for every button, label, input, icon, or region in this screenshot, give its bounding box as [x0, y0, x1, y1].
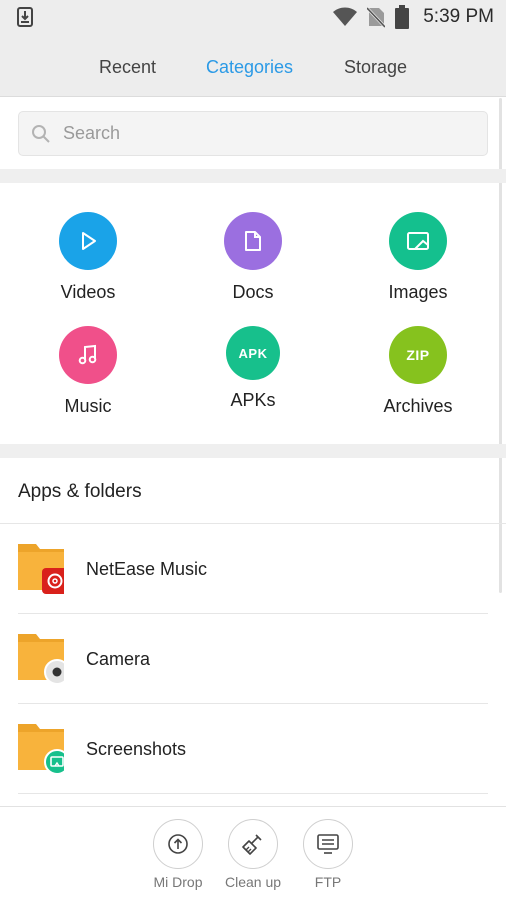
- images-circle: [389, 212, 447, 270]
- folder-row-netease-music[interactable]: NetEase Music: [0, 524, 506, 614]
- tab-bar: Recent Categories Storage: [0, 34, 506, 97]
- battery-icon: [395, 5, 410, 29]
- upload-circle-icon: [168, 834, 188, 854]
- broom-icon: [242, 834, 262, 855]
- category-label: APKs: [230, 390, 276, 410]
- category-videos[interactable]: Videos: [23, 212, 153, 303]
- mi-drop-circle: [153, 819, 203, 869]
- document-icon: [245, 231, 261, 251]
- category-music[interactable]: Music: [23, 326, 153, 417]
- folder-name: Camera: [86, 649, 151, 669]
- music-circle: [59, 326, 117, 384]
- videos-circle: [59, 212, 117, 270]
- ftp-computer-icon: [317, 834, 339, 854]
- tab-categories[interactable]: Categories: [206, 34, 293, 99]
- bottom-toolbar: Mi Drop Clean up FTP: [0, 806, 506, 900]
- section-divider: [0, 444, 506, 458]
- folder-icon: [18, 724, 64, 775]
- ftp-button[interactable]: FTP: [290, 819, 366, 890]
- search-bar[interactable]: [18, 111, 488, 156]
- apk-icon: APK: [226, 326, 280, 380]
- search-icon: [32, 125, 50, 143]
- play-icon: [82, 232, 96, 250]
- section-divider: [0, 169, 506, 183]
- folder-row-screenshots[interactable]: Screenshots: [0, 704, 506, 794]
- search-input[interactable]: [63, 112, 473, 155]
- clean-up-button[interactable]: Clean up: [215, 819, 291, 890]
- folder-row-camera[interactable]: Camera: [0, 614, 506, 704]
- tool-label: Mi Drop: [153, 874, 203, 890]
- divider: [18, 793, 488, 794]
- category-apks[interactable]: APK APKs: [188, 326, 318, 411]
- clock: 5:39 PM: [423, 6, 494, 27]
- tool-label: Clean up: [224, 874, 282, 890]
- category-label: Videos: [60, 282, 116, 302]
- zip-badge-text: ZIP: [406, 347, 430, 363]
- image-icon: [407, 232, 429, 250]
- tab-recent[interactable]: Recent: [99, 34, 156, 99]
- folder-icon: [18, 544, 64, 594]
- ftp-circle: [303, 819, 353, 869]
- category-label: Docs: [232, 282, 274, 302]
- clean-up-circle: [228, 819, 278, 869]
- category-label: Archives: [383, 396, 453, 416]
- folder-name: Screenshots: [86, 739, 187, 759]
- mi-drop-button[interactable]: Mi Drop: [140, 819, 216, 890]
- category-archives[interactable]: ZIP Archives: [353, 326, 483, 417]
- download-icon: [17, 7, 33, 27]
- category-docs[interactable]: Docs: [188, 212, 318, 303]
- no-sim-icon: [367, 6, 386, 28]
- category-label: Images: [388, 282, 448, 302]
- apps-folders-heading: Apps & folders: [18, 481, 142, 502]
- docs-circle: [224, 212, 282, 270]
- tool-label: FTP: [314, 874, 342, 890]
- status-icons: 5:39 PM: [333, 5, 494, 29]
- category-label: Music: [64, 396, 112, 416]
- category-images[interactable]: Images: [353, 212, 483, 303]
- status-bar: 5:39 PM: [0, 0, 506, 34]
- tab-storage[interactable]: Storage: [344, 34, 407, 99]
- folder-name: NetEase Music: [86, 559, 208, 579]
- music-note-icon: [78, 344, 97, 365]
- folder-icon: [18, 634, 64, 685]
- apk-badge-text: APK: [238, 345, 268, 361]
- zip-icon: ZIP: [389, 326, 447, 384]
- wifi-icon: [333, 7, 358, 26]
